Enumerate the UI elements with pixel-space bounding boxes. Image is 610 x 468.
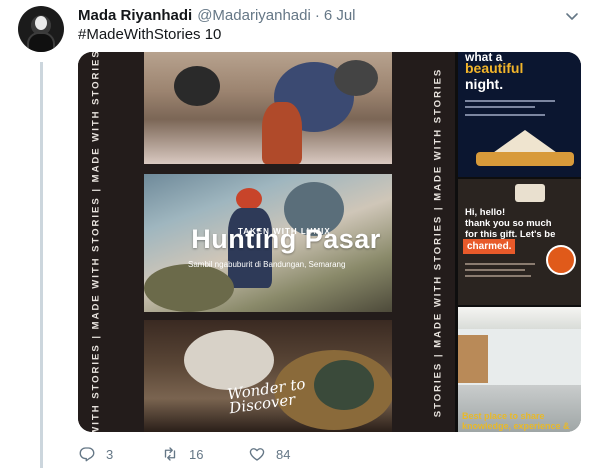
media-photo-gift-card[interactable]: Hi, hello! thank you so much for this gi…: [458, 179, 581, 305]
retweet-icon: [164, 447, 176, 461]
retweet-button[interactable]: 16: [161, 445, 203, 463]
media-photo-main[interactable]: WITH STORIES | MADE WITH STORIES | MADE …: [78, 52, 455, 432]
tile-b-text: Hi, hello! thank you so much for this gi…: [465, 207, 555, 240]
chevron-down-icon[interactable]: [564, 8, 580, 24]
tile-a-fineprint: [465, 106, 535, 108]
retweet-count: 16: [189, 446, 204, 462]
media-side-column: what a beautiful night. Hi, hello! thank…: [458, 52, 581, 432]
market-photo-top: [144, 52, 392, 164]
tweet-text[interactable]: #MadeWithStories 10: [78, 26, 221, 43]
tile-b-fineprint: [465, 263, 535, 265]
like-button[interactable]: 84: [248, 445, 290, 463]
overlay-subtitle: Sambil ngabuburit di Bandungan, Semarang: [188, 260, 346, 269]
tweet: Mada Riyanhadi @Madariyanhadi · 6 Jul #M…: [0, 0, 610, 468]
tile-a-fineprint: [465, 100, 555, 102]
reply-icon: [79, 447, 95, 462]
side-banner-left-text: WITH STORIES | MADE WITH STORIES | MADE …: [90, 52, 102, 432]
author-handle[interactable]: @Madariyanhadi: [197, 7, 311, 24]
side-banner-right-text: STORIES | MADE WITH STORIES | MADE WITH …: [432, 67, 444, 417]
side-banner-left: WITH STORIES | MADE WITH STORIES | MADE …: [86, 52, 106, 432]
tweet-date[interactable]: 6 Jul: [324, 7, 356, 24]
separator-dot: ·: [314, 6, 320, 24]
like-count: 84: [276, 446, 291, 462]
media-photo-night[interactable]: what a beautiful night.: [458, 52, 581, 177]
overlay-title: Hunting Pasar: [191, 224, 381, 254]
tent-lights: [476, 152, 574, 166]
photo-sticker: [546, 245, 576, 275]
interior-ceiling: [458, 307, 581, 329]
media-photo-interior[interactable]: Best place to share knowledge, experienc…: [458, 307, 581, 432]
side-banner-right: STORIES | MADE WITH STORIES | MADE WITH …: [428, 52, 448, 432]
avatar[interactable]: [18, 6, 64, 52]
tile-b-line2: thank you so much: [465, 218, 552, 229]
tile-c-caption: Best place to share knowledge, experienc…: [462, 411, 570, 431]
reply-button[interactable]: 3: [78, 445, 113, 463]
heart-icon: [249, 448, 265, 461]
avatar-head: [35, 16, 47, 30]
media-grid: WITH STORIES | MADE WITH STORIES | MADE …: [78, 52, 581, 432]
tile-a-line3: night.: [465, 76, 504, 92]
tile-b-highlight: charmed.: [463, 239, 516, 254]
market-photo-bottom: [144, 320, 392, 432]
tile-c-line2: knowledge, experience &: [462, 421, 570, 431]
tile-b-line1: Hi, hello!: [465, 207, 506, 218]
tile-c-line1: Best place to share: [462, 411, 545, 421]
tweet-header: Mada Riyanhadi @Madariyanhadi · 6 Jul: [78, 6, 356, 24]
tile-a-line2: beautiful: [465, 60, 524, 76]
tile-b-fineprint: [465, 269, 525, 271]
thread-line: [40, 62, 43, 468]
brand-logo: [515, 184, 545, 202]
author-name[interactable]: Mada Riyanhadi: [78, 7, 192, 24]
avatar-body: [27, 32, 55, 52]
tile-a-fineprint: [465, 114, 545, 116]
reply-count: 3: [106, 446, 114, 462]
tile-b-fineprint: [465, 275, 531, 277]
interior-shelf: [458, 335, 488, 383]
